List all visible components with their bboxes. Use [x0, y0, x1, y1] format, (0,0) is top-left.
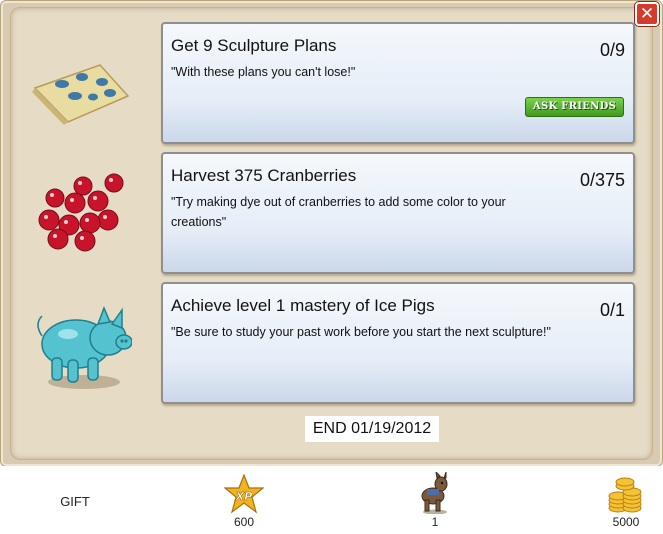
goal-card-ice-pigs: Achieve level 1 mastery of Ice Pigs "Be … [161, 282, 635, 404]
goal-progress: 0/1 [599, 300, 625, 320]
coins-icon [606, 476, 644, 514]
close-button[interactable]: ✕ [635, 2, 659, 26]
ask-friends-button[interactable]: ASK FRIENDS [525, 97, 624, 117]
goal-title: Harvest 375 Cranberries [171, 166, 357, 185]
xp-badge-text: XP [235, 490, 253, 503]
goal-title: Get 9 Sculpture Plans [171, 36, 337, 55]
goal-title: Achieve level 1 mastery of Ice Pigs [171, 296, 435, 315]
xp-value: 600 [233, 515, 255, 529]
goal-progress: 0/375 [579, 170, 625, 190]
end-date: END 01/19/2012 [305, 416, 439, 442]
goal-description: "Try making dye out of cranberries to ad… [171, 195, 506, 229]
rewards-bar: GIFT XP 600 1 5000 [0, 466, 663, 534]
goal-card-sculpture-plans: Get 9 Sculpture Plans "With these plans … [161, 22, 635, 144]
gift-label: GIFT [60, 494, 90, 509]
item-count: 1 [431, 515, 439, 529]
goal-progress: 0/9 [599, 40, 625, 60]
sculpture-plans-icon [30, 60, 130, 126]
xp-star-icon: XP [223, 473, 265, 514]
cranberries-icon [35, 173, 131, 253]
ice-pig-icon [32, 300, 133, 392]
goal-description: "With these plans you can't lose!" [171, 65, 356, 79]
donkey-icon [417, 470, 453, 515]
goal-description: "Be sure to study your past work before … [171, 325, 551, 339]
goal-card-cranberries: Harvest 375 Cranberries "Try making dye … [161, 152, 635, 274]
coins-value: 5000 [612, 515, 640, 529]
